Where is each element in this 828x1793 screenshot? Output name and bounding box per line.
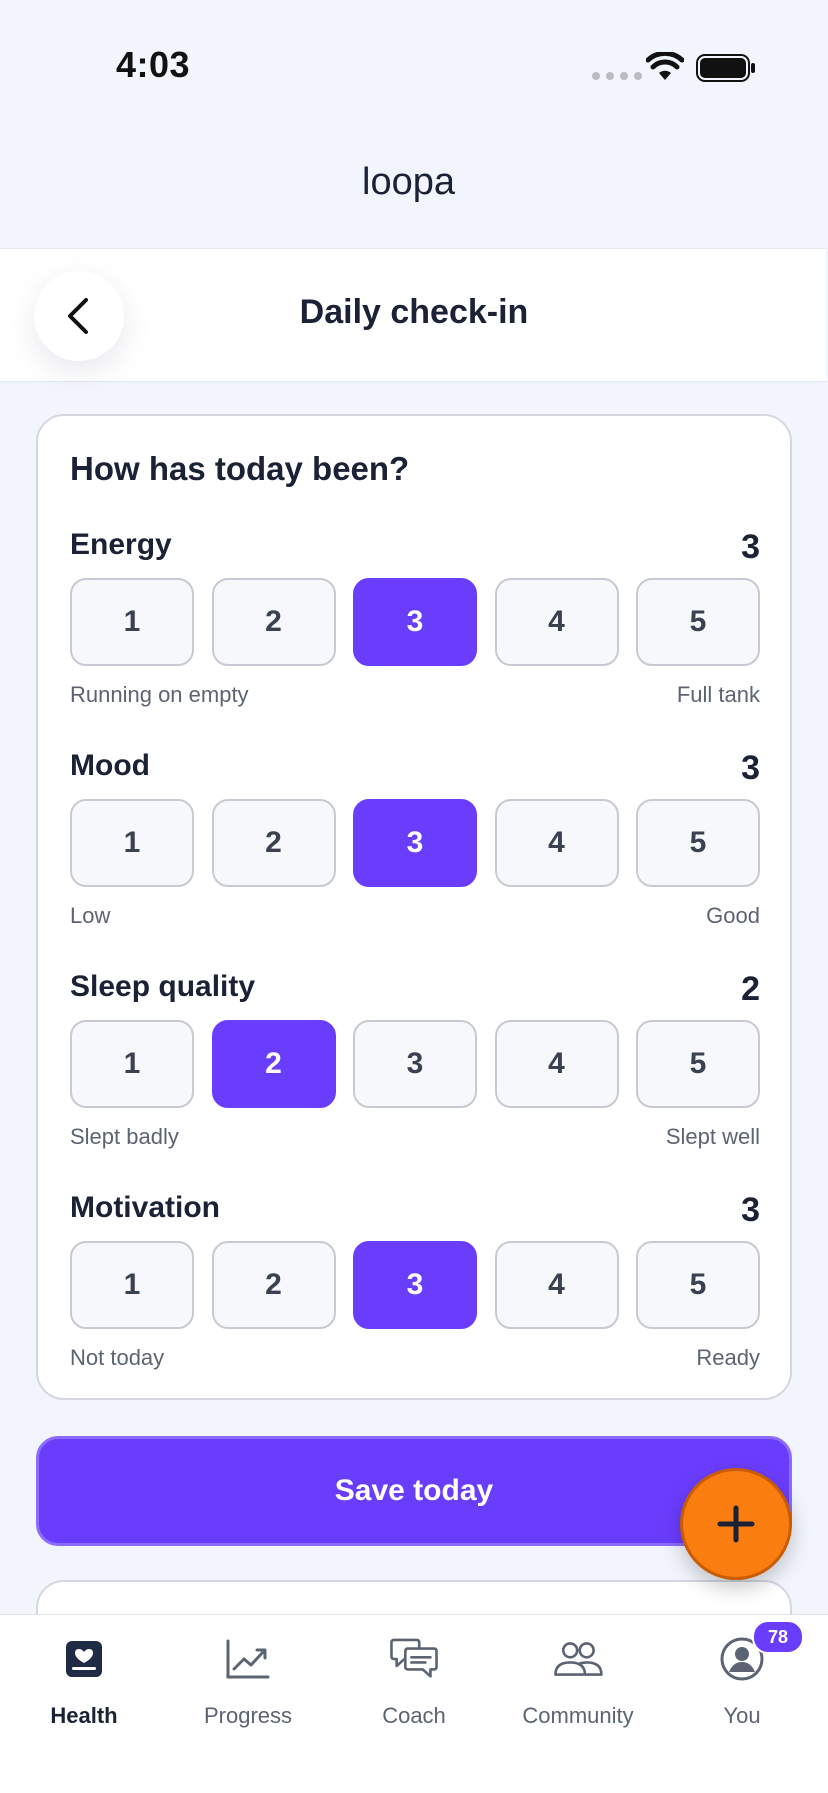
rating-option[interactable]: 5 (636, 1241, 760, 1329)
rating-option[interactable]: 5 (636, 1020, 760, 1108)
nav-label: Coach (382, 1703, 446, 1728)
nav-label: Health (50, 1703, 118, 1728)
page-title: Daily check-in (299, 293, 529, 331)
cellular-signal-icon (592, 72, 642, 80)
metric-energy: Energy 3 1 2 3 4 5 Running on empty Full… (70, 528, 760, 728)
nav-label: Community (522, 1703, 634, 1728)
nav-label: You (723, 1703, 761, 1728)
nav-item-health[interactable]: Health (14, 1633, 154, 1743)
scale-low-label: Not today (70, 1345, 165, 1370)
app-logo: loopa (362, 161, 456, 203)
scale-low-label: Running on empty (70, 682, 249, 707)
status-bar: 4:03 (0, 0, 828, 120)
metric-value: 3 (741, 528, 760, 566)
metric-label: Sleep quality (70, 970, 256, 1003)
metric-label: Energy (70, 528, 172, 561)
scale-high-label: Good (706, 903, 760, 928)
scale-high-label: Full tank (676, 682, 760, 707)
rating-option[interactable]: 4 (494, 578, 619, 666)
battery-icon (696, 54, 755, 82)
health-icon (58, 1633, 110, 1685)
svg-text:loopa: loopa (362, 161, 456, 203)
rating-option[interactable]: 5 (636, 799, 760, 887)
scale-high-label: Ready (696, 1345, 760, 1370)
rating-option[interactable]: 4 (494, 1241, 619, 1329)
metric-value: 3 (741, 1191, 760, 1229)
scale-low-label: Slept badly (70, 1124, 179, 1149)
metric-label: Mood (70, 749, 150, 782)
app-header: loopa (0, 120, 828, 248)
status-time: 4:03 (116, 44, 191, 85)
progress-chart-icon (222, 1633, 274, 1685)
rating-option-selected[interactable]: 3 (353, 799, 477, 887)
rating-option[interactable]: 4 (494, 799, 619, 887)
metric-value: 3 (741, 749, 760, 787)
metric-sleep-quality: Sleep quality 2 1 2 3 4 5 Slept badly Sl… (70, 970, 760, 1170)
nav-item-coach[interactable]: Coach (344, 1633, 484, 1743)
rating-option-selected[interactable]: 3 (353, 578, 477, 666)
rating-row: 1 2 3 4 5 (70, 1020, 760, 1110)
rating-option[interactable]: 1 (70, 799, 194, 887)
save-today-button[interactable]: Save today (36, 1436, 792, 1546)
rating-row: 1 2 3 4 5 (70, 578, 760, 668)
notification-badge: 78 (752, 1620, 804, 1654)
scale-low-label: Low (70, 903, 111, 928)
bottom-nav: Health Progress Coach Community You (0, 1614, 828, 1793)
rating-option[interactable]: 4 (494, 1020, 619, 1108)
people-icon (552, 1633, 604, 1685)
rating-row: 1 2 3 4 5 (70, 1241, 760, 1331)
rating-option[interactable]: 2 (211, 578, 336, 666)
rating-option[interactable]: 1 (70, 1241, 194, 1329)
metric-value: 2 (741, 970, 760, 1008)
rating-option[interactable]: 2 (211, 1241, 336, 1329)
rating-option-selected[interactable]: 2 (211, 1020, 336, 1108)
rating-row: 1 2 3 4 5 (70, 799, 760, 889)
rating-option[interactable]: 2 (211, 799, 336, 887)
plus-icon (717, 1505, 755, 1543)
rating-option[interactable]: 3 (353, 1020, 477, 1108)
rating-option-selected[interactable]: 3 (353, 1241, 477, 1329)
rating-option[interactable]: 5 (636, 578, 760, 666)
metric-motivation: Motivation 3 1 2 3 4 5 Not today Ready (70, 1191, 760, 1391)
rating-option[interactable]: 1 (70, 578, 194, 666)
metric-label: Motivation (70, 1191, 220, 1224)
card-question: How has today been? (70, 450, 410, 487)
checkin-card: How has today been? Energy 3 1 2 3 4 5 R… (36, 414, 792, 1400)
nav-label: Progress (203, 1703, 293, 1728)
rating-option[interactable]: 1 (70, 1020, 194, 1108)
scale-high-label: Slept well (665, 1124, 760, 1149)
chat-bubbles-icon (388, 1633, 440, 1685)
nav-item-community[interactable]: Community (508, 1633, 648, 1743)
nav-header: Daily check-in (0, 248, 826, 382)
nav-item-progress[interactable]: Progress (178, 1633, 318, 1743)
metric-mood: Mood 3 1 2 3 4 5 Low Good (70, 749, 760, 949)
wifi-icon (646, 52, 684, 80)
add-fab-button[interactable] (680, 1468, 792, 1580)
